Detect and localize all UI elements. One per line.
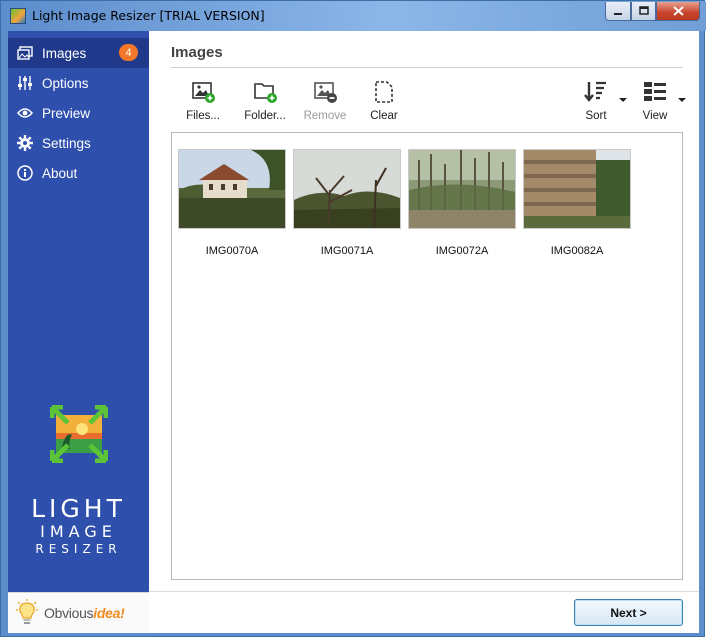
sidebar-item-label: Options (42, 75, 89, 91)
bottom-bar: Next > (149, 591, 699, 633)
thumbnail-caption: IMG0072A (435, 245, 489, 257)
thumbnail-photo-house (178, 149, 286, 229)
sidebar-item-label: About (42, 165, 78, 181)
thumbnail-photo-trees (293, 149, 401, 229)
eye-icon (17, 105, 33, 121)
image-thumbnail[interactable]: IMG0071A (293, 149, 401, 257)
window-controls (605, 2, 700, 21)
vendor-logo[interactable]: Obviousidea! (8, 592, 149, 633)
brand-line-1: LIGHT (31, 494, 126, 523)
add-folder-button[interactable]: Folder... (237, 79, 293, 125)
brand-logotype: LIGHT IMAGE RESIZER (8, 496, 149, 555)
image-thumbnail[interactable]: IMG0072A (408, 149, 516, 257)
minimize-button[interactable] (605, 2, 631, 21)
title-divider (171, 67, 683, 68)
page-title: Images (171, 44, 223, 61)
remove-label: Remove (303, 110, 347, 122)
clear-icon (371, 79, 397, 105)
window-title: Light Image Resizer [TRIAL VERSION] (32, 8, 265, 23)
thumbnail-caption: IMG0071A (320, 245, 374, 257)
vendor-name-prefix: Obvious (44, 605, 94, 621)
sort-button[interactable]: Sort (576, 79, 616, 125)
app-icon (10, 8, 26, 24)
image-thumbnail[interactable]: IMG0070A (178, 149, 286, 257)
sidebar-item-label: Settings (42, 135, 91, 151)
add-folder-icon (252, 79, 278, 105)
sidebar-item-settings[interactable]: Settings (8, 128, 149, 158)
add-image-icon (190, 79, 216, 105)
vendor-name: Obviousidea! (44, 605, 125, 621)
close-icon (672, 6, 684, 16)
thumbnail-caption: IMG0070A (205, 245, 259, 257)
sliders-icon (17, 75, 33, 91)
vendor-name-suffix: idea! (93, 605, 125, 621)
sidebar-item-preview[interactable]: Preview (8, 98, 149, 128)
add-folder-label: Folder... (244, 110, 286, 122)
brand-line-2: IMAGE (40, 522, 117, 541)
view-label: View (642, 110, 668, 122)
brand-line-3: RESIZER (35, 542, 122, 556)
image-list[interactable]: IMG0070A IMG0071A IMG0072A IMG0082A (171, 132, 683, 580)
remove-button[interactable]: Remove (301, 79, 349, 125)
client-area: Images 4 Options Preview Settings About … (8, 31, 699, 633)
view-list-icon (642, 79, 668, 105)
app-window: Light Image Resizer [TRIAL VERSION] Imag… (0, 0, 706, 637)
close-button[interactable] (656, 2, 700, 21)
sidebar: Images 4 Options Preview Settings About … (8, 31, 149, 633)
info-icon (17, 165, 33, 181)
images-icon (17, 45, 33, 61)
sidebar-item-label: Preview (42, 105, 91, 121)
minimize-icon (614, 13, 622, 15)
image-count-badge: 4 (119, 44, 138, 61)
thumbnail-photo-building (523, 149, 631, 229)
lightbulb-icon (16, 599, 38, 624)
image-thumbnail[interactable]: IMG0082A (523, 149, 631, 257)
sidebar-item-label: Images (42, 45, 87, 61)
remove-image-icon (312, 79, 338, 105)
sidebar-nav: Images 4 Options Preview Settings About (8, 38, 149, 188)
clear-button[interactable]: Clear (361, 79, 407, 125)
sort-dropdown-caret-icon[interactable] (619, 98, 627, 102)
add-files-button[interactable]: Files... (179, 79, 227, 125)
add-files-label: Files... (186, 110, 220, 122)
sidebar-item-images[interactable]: Images 4 (8, 38, 149, 68)
clear-label: Clear (370, 110, 398, 122)
maximize-button[interactable] (631, 2, 656, 21)
main-panel: Images Files... Folder... Remove Clear S… (149, 31, 699, 633)
next-button[interactable]: Next > (574, 599, 683, 626)
view-button[interactable]: View (635, 79, 675, 125)
maximize-icon (638, 6, 649, 15)
gear-icon (17, 135, 33, 151)
sort-icon (583, 79, 609, 105)
view-dropdown-caret-icon[interactable] (678, 98, 686, 102)
thumbnail-photo-forest (408, 149, 516, 229)
title-bar[interactable]: Light Image Resizer [TRIAL VERSION] (1, 1, 706, 31)
thumbnail-caption: IMG0082A (550, 245, 604, 257)
product-logo-icon (50, 405, 108, 463)
sidebar-item-about[interactable]: About (8, 158, 149, 188)
sidebar-item-options[interactable]: Options (8, 68, 149, 98)
sort-label: Sort (585, 110, 607, 122)
